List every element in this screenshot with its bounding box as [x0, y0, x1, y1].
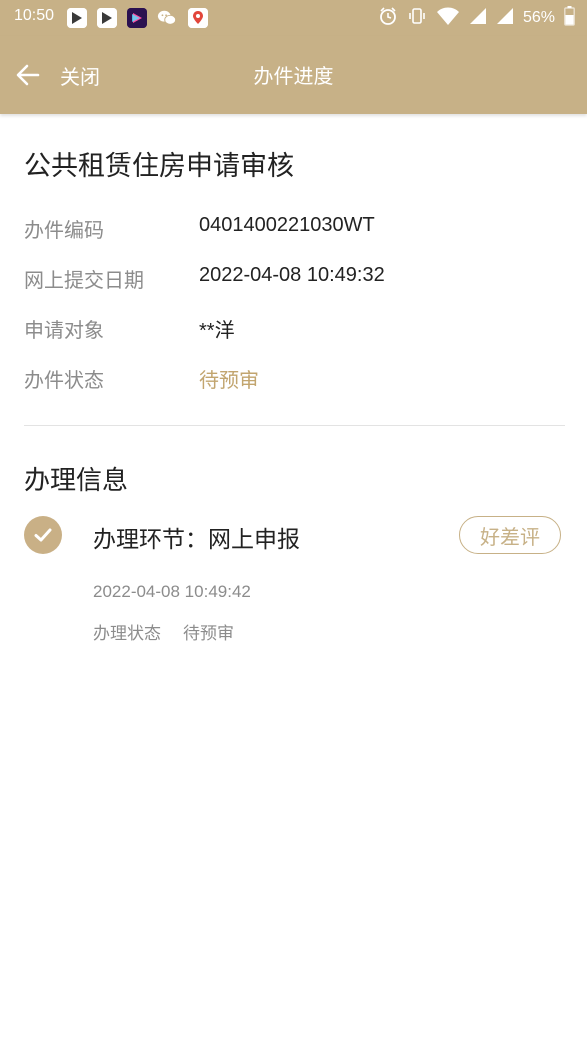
battery-icon	[564, 6, 575, 30]
application-title: 公共租赁住房申请审核	[24, 151, 294, 182]
info-label: 办件状态	[24, 368, 104, 392]
info-label: 网上提交日期	[24, 268, 144, 292]
app-icon-1	[67, 8, 87, 28]
vibrate-icon	[407, 6, 427, 30]
info-row-case-status: 办件状态 待预审	[24, 364, 564, 394]
wifi-icon	[436, 6, 460, 30]
divider	[24, 425, 565, 426]
alarm-icon	[378, 6, 398, 30]
signal-icon-2	[496, 7, 514, 29]
app-header: 关闭 办件进度	[0, 36, 587, 114]
step-time: 2022-04-08 10:49:42	[93, 582, 251, 601]
wechat-icon	[157, 8, 177, 28]
info-label: 办件编码	[24, 218, 104, 242]
status-bar: 10:50 56%	[0, 0, 587, 36]
step-status-label: 办理状态	[93, 624, 161, 644]
signal-icon	[469, 7, 487, 29]
step-title: 办理环节：网上申报	[93, 527, 300, 553]
submit-date-value: 2022-04-08 10:49:32	[199, 264, 385, 286]
app-icon-2	[97, 8, 117, 28]
step-status-value: 待预审	[183, 624, 234, 644]
info-row-submit-date: 网上提交日期 2022-04-08 10:49:32	[24, 264, 564, 294]
case-code-value: 0401400221030WT	[199, 214, 375, 236]
app-icon-3	[127, 8, 147, 28]
applicant-value: **洋	[199, 320, 235, 342]
status-time: 10:50	[14, 7, 55, 24]
battery-percent: 56%	[522, 9, 555, 26]
screen: 10:50 56% 关闭 办件进度 公共租赁住房申请审核 办件编码 040140…	[0, 0, 587, 1044]
check-icon	[24, 516, 62, 554]
section-title-processing: 办理信息	[24, 466, 129, 496]
maps-icon	[188, 8, 208, 28]
step-status: 办理状态 待预审	[93, 619, 234, 644]
info-label: 申请对象	[24, 318, 104, 342]
status-right: 56%	[378, 6, 575, 30]
page-title: 办件进度	[253, 64, 334, 88]
case-status-value: 待预审	[199, 370, 259, 392]
rate-service-button[interactable]: 好差评	[459, 516, 561, 554]
info-row-case-code: 办件编码 0401400221030WT	[24, 214, 564, 244]
info-row-applicant: 申请对象 **洋	[24, 314, 564, 344]
